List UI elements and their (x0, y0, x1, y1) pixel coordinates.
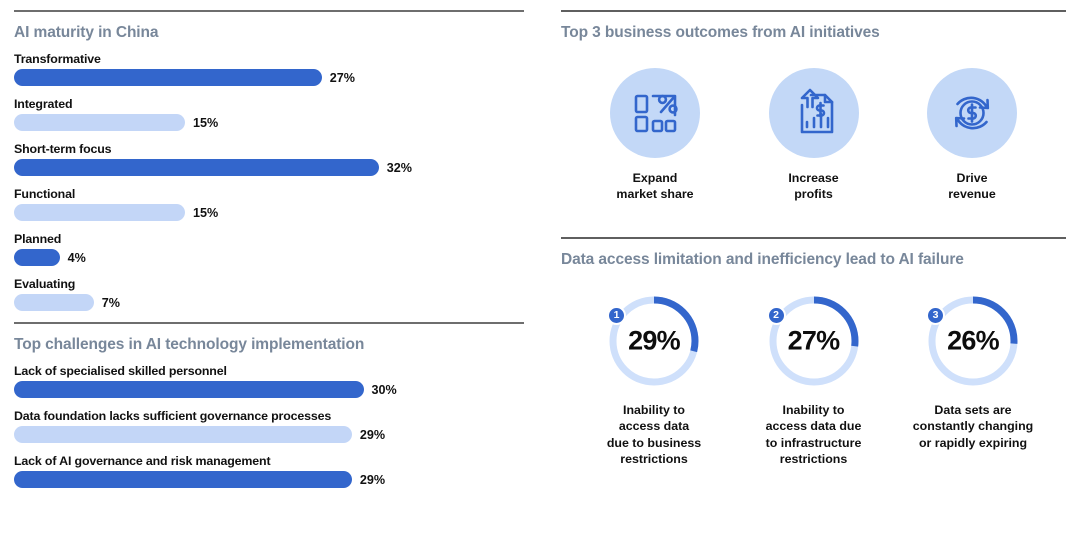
bar-label: Short-term focus (14, 142, 112, 156)
bar-label: Evaluating (14, 277, 76, 291)
ai-failure-donut-charts: 29% 1 Inability to access data due to busine… (561, 293, 1066, 468)
donut-value: 27% (787, 325, 840, 356)
business-outcomes-title: Top 3 business outcomes from AI initiati… (561, 24, 880, 41)
bar-label: Transformative (14, 52, 101, 66)
failure-item: 26% 3 Data sets are constantly changing or r… (898, 293, 1048, 468)
bar-row: Integrated 15% (14, 97, 524, 131)
bar-track: 15% (14, 114, 524, 131)
bar-track: 15% (14, 204, 524, 221)
bar-track: 7% (14, 294, 524, 311)
top-challenges-bar-chart: Lack of specialised skilled personnel 30%… (14, 364, 524, 488)
bar-row: Evaluating 7% (14, 277, 524, 311)
failure-label: Data sets are constantly changing or rapid… (912, 402, 1034, 450)
donut-value: 26% (947, 325, 999, 356)
outcome-label: Increase profits (788, 171, 839, 202)
left-column: AI maturity in China Transformative 27% In… (14, 0, 524, 499)
recycle-dollar-coin-icon (927, 68, 1017, 158)
bar-label: Integrated (14, 97, 73, 111)
bar-label: Planned (14, 232, 62, 246)
ai-maturity-bar-chart: Transformative 27% Integrated 15% Short-term… (14, 52, 524, 311)
rank-badge: 2 (766, 305, 786, 325)
bar-fill (14, 114, 185, 131)
failure-label: Inability to access data due to business re… (606, 402, 702, 467)
ai-failure-title: Data access limitation and inefficiency … (561, 250, 964, 268)
bar-label: Data foundation lacks sufficient governa… (14, 409, 332, 423)
bar-label: Functional (14, 187, 76, 201)
donut-chart: 27% 2 (766, 293, 862, 389)
bar-value: 27% (329, 70, 356, 85)
bar-fill (14, 471, 352, 488)
failure-item: 27% 2 Inability to access data due to infras… (739, 293, 889, 468)
outcome-label: Drive revenue (948, 171, 996, 202)
bar-track: 27% (14, 69, 524, 86)
bar-value: 7% (101, 295, 120, 310)
market-share-percent-icon (610, 68, 700, 158)
bar-fill (14, 204, 185, 221)
bar-row: Short-term focus 32% (14, 142, 524, 176)
bar-track: 32% (14, 159, 524, 176)
business-outcomes-list: Expand market share Increase profits Drive… (561, 68, 1066, 203)
bar-fill (14, 381, 364, 398)
failure-label: Inability to access data due to infrastruc… (765, 402, 862, 467)
bar-track: 4% (14, 249, 524, 266)
outcome-item: Expand market share (595, 68, 715, 203)
bar-row: Lack of AI governance and risk managemen… (14, 454, 524, 488)
bar-row: Lack of specialised skilled personnel 30% (14, 364, 524, 398)
bar-label: Lack of AI governance and risk managemen… (14, 454, 271, 468)
bar-fill (14, 159, 379, 176)
bar-value: 30% (371, 382, 397, 397)
document-growth-dollar-icon (768, 68, 859, 158)
bar-row: Planned 4% (14, 232, 524, 266)
infographic-page: AI maturity in China Transformative 27% In… (0, 0, 1080, 551)
bar-row: Functional 15% (14, 187, 524, 221)
bar-fill (14, 426, 352, 443)
rank-badge: 3 (926, 305, 945, 325)
bar-track: 29% (14, 426, 524, 443)
bar-label: Lack of specialised skilled personnel (14, 364, 227, 378)
bar-value: 29% (359, 472, 386, 487)
bar-fill (14, 294, 94, 311)
donut-value: 29% (628, 325, 680, 356)
rank-badge: 1 (607, 305, 626, 325)
bar-track: 30% (14, 381, 524, 398)
right-column: Top 3 business outcomes from AI initiati… (561, 0, 1066, 468)
bar-value: 32% (386, 160, 413, 175)
outcome-item: Increase profits (754, 68, 874, 203)
bar-row: Data foundation lacks sufficient governa… (14, 409, 524, 443)
bar-value: 29% (359, 427, 386, 442)
bar-value: 15% (193, 205, 219, 220)
ai-maturity-title: AI maturity in China (14, 24, 159, 41)
outcome-label: Expand market share (616, 171, 694, 202)
bar-value: 4% (67, 250, 86, 265)
top-challenges-title: Top challenges in AI technology implemen… (14, 336, 365, 353)
bar-track: 29% (14, 471, 524, 488)
bar-value: 15% (193, 115, 219, 130)
bar-fill (14, 249, 60, 266)
failure-item: 29% 1 Inability to access data due to busine… (579, 293, 729, 468)
bar-row: Transformative 27% (14, 52, 524, 86)
donut-chart: 29% 1 (606, 293, 702, 389)
bar-fill (14, 69, 322, 86)
outcome-item: Drive revenue (912, 68, 1032, 203)
donut-chart: 26% 3 (925, 293, 1021, 389)
